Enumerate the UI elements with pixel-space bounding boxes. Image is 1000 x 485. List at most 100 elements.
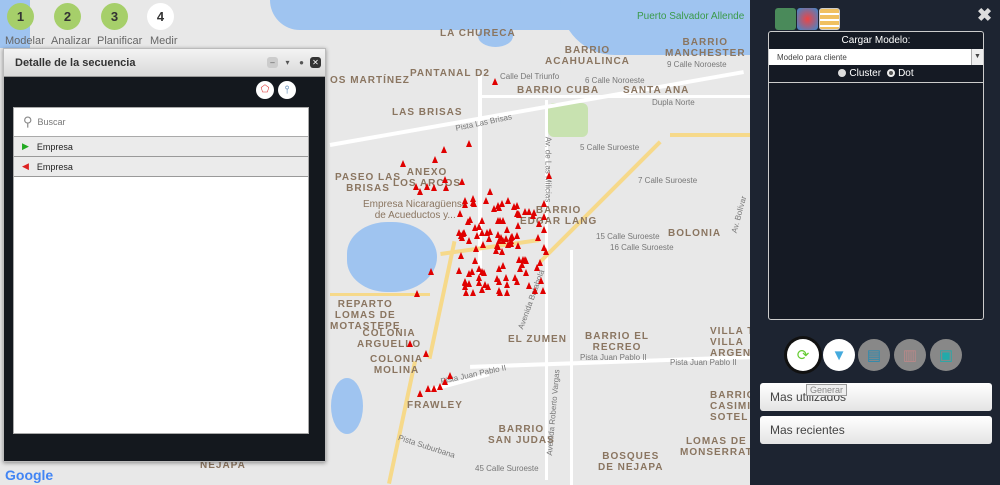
save-icon[interactable]: ▣: [930, 339, 962, 371]
step-1[interactable]: 1: [7, 3, 34, 30]
chevron-down-icon[interactable]: ▾: [282, 57, 293, 68]
customer-marker[interactable]: [538, 276, 545, 284]
customer-marker[interactable]: [475, 273, 482, 281]
customer-marker[interactable]: [529, 211, 536, 219]
refresh-icon[interactable]: ⟳: [787, 339, 819, 371]
customer-marker[interactable]: [514, 242, 521, 250]
report-icon[interactable]: ▥: [894, 339, 926, 371]
customer-marker[interactable]: [480, 241, 487, 249]
customer-marker[interactable]: [479, 229, 486, 237]
dot-icon[interactable]: ●: [296, 57, 307, 68]
customer-marker[interactable]: [534, 234, 541, 242]
list-item[interactable]: ◀ Empresa: [14, 157, 308, 177]
customer-marker[interactable]: [428, 268, 434, 275]
customer-marker[interactable]: [417, 188, 423, 195]
customer-marker[interactable]: [507, 239, 514, 247]
polygon-icon[interactable]: ⬠: [256, 81, 274, 99]
customer-marker[interactable]: [443, 184, 449, 191]
customer-marker[interactable]: [504, 197, 511, 205]
customer-marker[interactable]: [469, 195, 476, 203]
customer-marker[interactable]: [466, 270, 473, 278]
route-map-icon[interactable]: [775, 8, 796, 30]
customer-marker[interactable]: [482, 281, 489, 289]
step-3[interactable]: 3: [101, 3, 128, 30]
customer-marker[interactable]: [400, 160, 406, 167]
customer-marker[interactable]: [497, 217, 504, 225]
customer-marker[interactable]: [471, 223, 478, 231]
customer-marker[interactable]: [541, 200, 547, 207]
customer-marker[interactable]: [431, 385, 437, 392]
close-icon[interactable]: ✖: [977, 5, 992, 26]
customer-marker[interactable]: [432, 156, 438, 163]
customer-marker[interactable]: [465, 280, 472, 288]
customer-marker[interactable]: [463, 289, 470, 297]
customer-marker[interactable]: [465, 237, 472, 245]
customer-marker[interactable]: [441, 146, 447, 153]
customer-marker[interactable]: [425, 385, 431, 392]
customer-marker[interactable]: [442, 176, 448, 183]
customer-marker[interactable]: [496, 277, 503, 285]
customer-marker[interactable]: [414, 290, 420, 297]
customer-marker[interactable]: [522, 269, 529, 277]
customer-marker[interactable]: [525, 281, 532, 289]
minimize-icon[interactable]: –: [267, 57, 278, 68]
customer-marker[interactable]: [458, 231, 465, 239]
radio-cluster[interactable]: Cluster: [838, 68, 881, 79]
customer-marker[interactable]: [431, 184, 437, 191]
customer-marker[interactable]: [407, 340, 413, 347]
customer-marker[interactable]: [504, 289, 511, 297]
most-recent-button[interactable]: Mas recientes: [760, 416, 992, 444]
radio-dot[interactable]: Dot: [887, 68, 914, 79]
customer-marker[interactable]: [515, 221, 522, 229]
customer-marker[interactable]: [539, 287, 546, 295]
customer-marker[interactable]: [494, 202, 501, 210]
customer-marker[interactable]: [471, 257, 478, 265]
customer-marker[interactable]: [512, 273, 519, 281]
customer-marker[interactable]: [508, 232, 515, 240]
most-used-button[interactable]: Mas utilizados: [760, 383, 992, 411]
model-select[interactable]: Modelo para cliente ▼: [769, 49, 983, 65]
heatmap-globe-icon[interactable]: [797, 8, 818, 30]
customer-marker[interactable]: [546, 172, 552, 179]
step-2[interactable]: 2: [54, 3, 81, 30]
customer-marker[interactable]: [417, 390, 423, 397]
customer-marker[interactable]: [466, 140, 472, 147]
customer-marker[interactable]: [541, 243, 548, 251]
customer-marker[interactable]: [447, 372, 453, 379]
customer-marker[interactable]: [540, 225, 547, 233]
customer-marker[interactable]: [497, 289, 504, 297]
search-input[interactable]: ⚲ Buscar: [14, 108, 308, 137]
customer-marker[interactable]: [499, 261, 506, 269]
customer-marker[interactable]: [455, 266, 462, 274]
customer-marker[interactable]: [467, 216, 474, 224]
list-item[interactable]: ▶ Empresa: [14, 137, 308, 157]
customer-marker[interactable]: [457, 252, 464, 260]
customer-marker[interactable]: [457, 209, 464, 217]
customer-marker[interactable]: [485, 234, 492, 242]
customer-marker[interactable]: [532, 286, 539, 294]
customer-marker[interactable]: [492, 78, 498, 85]
customer-marker[interactable]: [515, 211, 522, 218]
customer-marker[interactable]: [535, 220, 542, 228]
customer-marker[interactable]: [424, 183, 430, 190]
customer-marker[interactable]: [541, 212, 547, 220]
filter-icon[interactable]: ▼: [823, 339, 855, 371]
customer-marker[interactable]: [423, 350, 429, 357]
print-icon[interactable]: ▤: [858, 339, 890, 371]
close-icon[interactable]: ✕: [310, 57, 321, 68]
customer-marker[interactable]: [462, 201, 469, 209]
database-icon[interactable]: [819, 8, 840, 30]
customer-marker[interactable]: [470, 288, 477, 296]
customer-marker[interactable]: [487, 188, 493, 195]
customer-marker[interactable]: [519, 255, 526, 263]
customer-marker[interactable]: [459, 178, 465, 185]
customer-marker[interactable]: [442, 378, 448, 385]
customer-marker[interactable]: [534, 263, 541, 271]
step-4[interactable]: 4: [147, 3, 174, 30]
customer-marker[interactable]: [503, 273, 510, 281]
customer-marker[interactable]: [475, 265, 482, 273]
customer-marker[interactable]: [483, 197, 490, 205]
customer-marker[interactable]: [503, 281, 510, 289]
customer-marker[interactable]: [500, 237, 507, 245]
pin-icon[interactable]: ⫯: [278, 81, 296, 99]
